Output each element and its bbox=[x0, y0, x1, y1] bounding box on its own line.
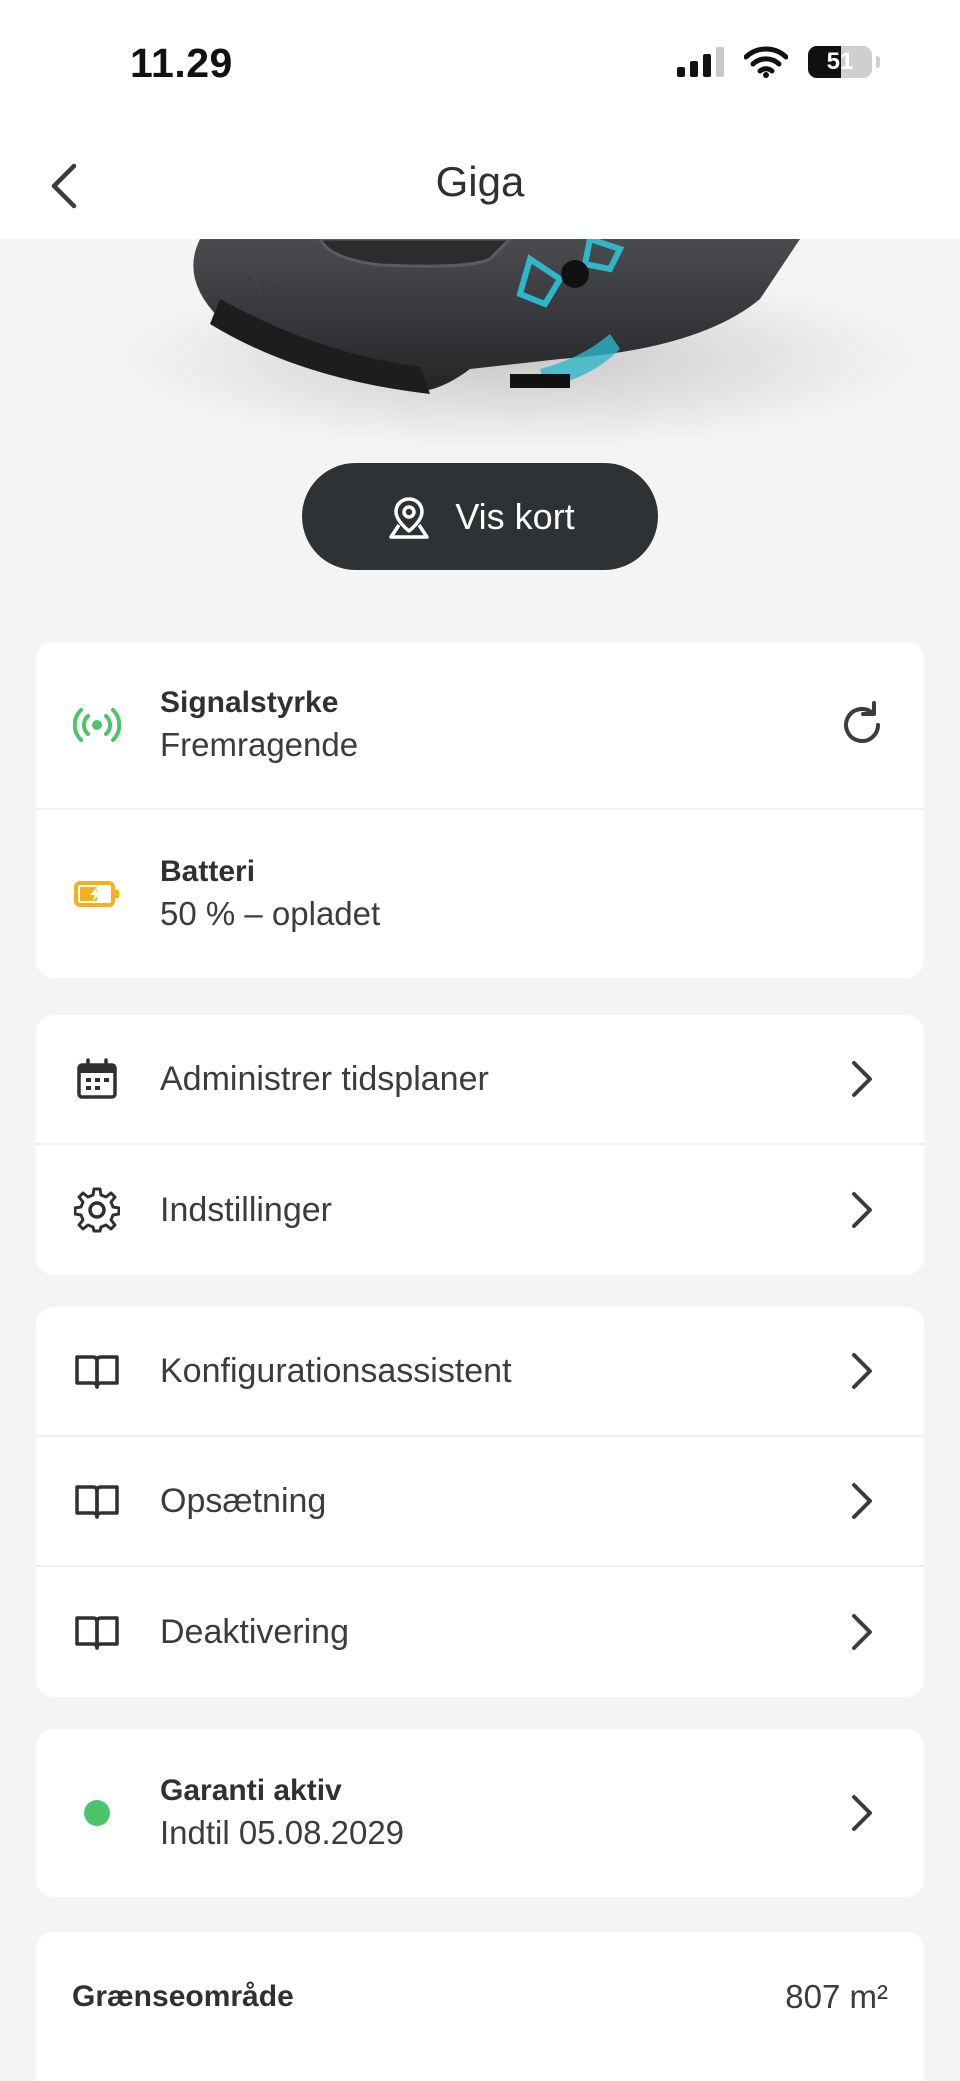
guide-item-setup[interactable]: Opsætning bbox=[36, 1437, 924, 1567]
status-icons: 51 bbox=[677, 46, 880, 78]
refresh-icon[interactable] bbox=[836, 699, 888, 751]
guide-item-label: Opsætning bbox=[160, 1481, 327, 1520]
menu-item-settings[interactable]: Indstillinger bbox=[36, 1145, 924, 1275]
battery-row: Batteri 50 % – opladet bbox=[36, 810, 924, 978]
warranty-title: Garanti aktiv bbox=[160, 1774, 342, 1807]
signal-strength-icon bbox=[72, 700, 122, 750]
book-icon bbox=[72, 1607, 122, 1657]
signal-row: Signalstyrke Fremragende bbox=[36, 642, 924, 810]
status-time: 11.29 bbox=[130, 40, 233, 86]
boundary-area-value: 807 m² bbox=[785, 1978, 888, 2015]
menu-item-label: Administrer tidsplaner bbox=[160, 1059, 489, 1098]
guides-card: Konfigurationsassistent Opsætning Deakti… bbox=[36, 1307, 924, 1697]
menu-item-schedules[interactable]: Administrer tidsplaner bbox=[36, 1015, 924, 1145]
signal-value: Fremragende bbox=[160, 726, 359, 763]
battery-charging-icon bbox=[72, 869, 122, 919]
gear-icon bbox=[72, 1185, 122, 1235]
guide-item-label: Konfigurationsassistent bbox=[160, 1351, 512, 1390]
top-bar: 11.29 51 Giga bbox=[0, 0, 960, 239]
boundary-area-label: Grænseområde bbox=[72, 1980, 294, 2013]
menu-item-label: Indstillinger bbox=[160, 1190, 332, 1229]
warranty-row[interactable]: Garanti aktiv Indtil 05.08.2029 bbox=[36, 1729, 924, 1897]
status-dot-icon bbox=[72, 1788, 122, 1838]
chevron-right-icon bbox=[852, 1353, 872, 1389]
chevron-right-icon bbox=[852, 1795, 872, 1831]
signal-title: Signalstyrke bbox=[160, 686, 339, 719]
status-card: Signalstyrke Fremragende Batteri 50 % – … bbox=[36, 642, 924, 978]
battery-title: Batteri bbox=[160, 855, 256, 888]
page-title: Giga bbox=[435, 158, 525, 205]
battery-value: 50 % – opladet bbox=[160, 895, 381, 932]
battery-level-text: 51 bbox=[826, 48, 854, 75]
boundary-area-row: Grænseområde 807 m² bbox=[36, 1932, 924, 2062]
guide-item-configuration-assistant[interactable]: Konfigurationsassistent bbox=[36, 1307, 924, 1437]
book-icon bbox=[72, 1476, 122, 1526]
mower-image bbox=[0, 239, 960, 459]
show-map-button[interactable]: Vis kort bbox=[302, 463, 658, 570]
map-pin-icon bbox=[389, 496, 430, 539]
guide-item-deactivation[interactable]: Deaktivering bbox=[36, 1567, 924, 1697]
warranty-card: Garanti aktiv Indtil 05.08.2029 bbox=[36, 1729, 924, 1897]
chevron-right-icon bbox=[852, 1614, 872, 1650]
book-icon bbox=[72, 1346, 122, 1396]
show-map-label: Vis kort bbox=[455, 495, 575, 537]
calendar-icon bbox=[72, 1054, 122, 1104]
cellular-signal-icon bbox=[677, 47, 724, 77]
chevron-right-icon bbox=[852, 1483, 872, 1519]
chevron-right-icon bbox=[852, 1061, 872, 1097]
wifi-icon bbox=[744, 46, 788, 78]
battery-status-icon: 51 bbox=[808, 46, 872, 78]
area-card: Grænseområde 807 m² bbox=[36, 1932, 924, 2081]
battery-cap bbox=[876, 56, 880, 68]
menu-card: Administrer tidsplaner Indstillinger bbox=[36, 1015, 924, 1275]
chevron-right-icon bbox=[852, 1192, 872, 1228]
guide-item-label: Deaktivering bbox=[160, 1612, 349, 1651]
warranty-value: Indtil 05.08.2029 bbox=[160, 1814, 405, 1851]
